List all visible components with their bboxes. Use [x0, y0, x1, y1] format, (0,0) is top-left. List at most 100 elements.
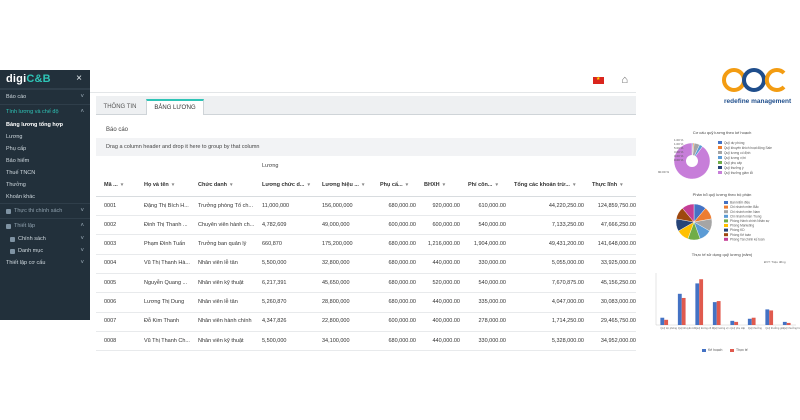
- table-row[interactable]: 0003 Phạm Đình Tuấn Trưởng ban quản lý 660,…: [96, 235, 636, 255]
- table-cell: Nhân viên kỹ thuật: [198, 337, 244, 344]
- table-cell: 34,952,000.00: [600, 337, 636, 344]
- tab-info[interactable]: THÔNG TIN: [96, 99, 144, 114]
- table-cell: 28,800,000: [322, 299, 350, 305]
- column-header[interactable]: Chức danh ▾: [198, 174, 260, 196]
- table-cell: 920,000.00: [432, 202, 460, 209]
- sidebar-item-categories[interactable]: Danh mục ˅: [0, 245, 90, 257]
- filter-icon[interactable]: ▾: [362, 182, 365, 188]
- table-cell: 520,000.00: [432, 279, 460, 286]
- sidebar-item-salary[interactable]: Lương: [0, 131, 90, 143]
- table-cell: 30,083,000.00: [600, 299, 636, 305]
- filter-icon[interactable]: ▾: [443, 182, 446, 188]
- table-row[interactable]: 0005 Nguyễn Quang ... Nhân viên kỹ thuật 6,…: [96, 273, 636, 294]
- table-row[interactable]: 0008 Vũ Thị Thanh Ch... Nhân viên kỹ thuật…: [96, 331, 636, 352]
- vietnam-flag-icon[interactable]: [593, 76, 604, 84]
- sidebar-item-label: Thuế TNCN: [6, 170, 36, 176]
- filter-icon[interactable]: ▾: [172, 182, 175, 188]
- table-cell: 440,000.00: [432, 337, 460, 344]
- sidebar-item-label: Thưởng: [6, 182, 26, 188]
- sidebar-item-payroll-group[interactable]: Tính lương và chế độ ˄: [0, 104, 90, 119]
- table-cell: 5,500,000: [262, 337, 287, 344]
- table-cell: 45,156,250.00: [600, 279, 636, 286]
- column-header[interactable]: BHXH ▾: [424, 174, 464, 196]
- table-cell: Lương Thị Dung: [144, 299, 185, 305]
- table-cell: 680,000.00: [388, 299, 416, 305]
- x-tick-label: Quỹ thưởng hoạ…: [783, 326, 800, 330]
- home-icon[interactable]: ⌂: [621, 74, 628, 86]
- legend-entry: Quỹ thưởng ý: [724, 166, 744, 170]
- sidebar-item-structure-settings[interactable]: Thiết lập cơ cấu ˅: [0, 257, 90, 269]
- legend-plan: Kế hoạch: [702, 348, 722, 352]
- sidebar-item-label: Thiết lập cơ cấu: [6, 260, 46, 266]
- table-cell: Vũ Thị Thanh Hà...: [144, 260, 190, 267]
- table-cell: 49,431,200.00: [548, 241, 584, 248]
- legend-entry: Phòng Hành chính Nhân sự: [730, 219, 770, 223]
- table-cell: 5,328,000.00: [551, 337, 584, 344]
- sidebar-item-tax[interactable]: Thuế TNCN: [0, 167, 90, 179]
- column-header[interactable]: Phụ cấ... ▾: [380, 174, 420, 196]
- charts-panel: Cơ cấu quỹ lương theo kế hoạch 1.00 % 1.0…: [644, 125, 800, 365]
- column-header-label: Tổng các khoản trừ...: [514, 182, 570, 188]
- column-header[interactable]: Mã ... ▾: [104, 174, 140, 196]
- table-cell: 6,217,391: [262, 279, 287, 286]
- filter-icon[interactable]: ▾: [406, 182, 409, 188]
- table-cell: 7,133,250.00: [551, 221, 584, 228]
- legend-swatch: [724, 237, 728, 241]
- table-cell: 610,000.00: [478, 202, 506, 209]
- table-row[interactable]: 0007 Đỗ Kim Thanh Nhân viên hành chính 4,34…: [96, 312, 636, 332]
- table-cell: 49,000,000: [322, 221, 350, 228]
- sidebar-item-label: Danh mục: [18, 248, 44, 254]
- sidebar-item-other[interactable]: Khoản khác: [0, 191, 90, 203]
- sidebar-item-policies[interactable]: Chính sách ˅: [0, 233, 90, 245]
- column-header[interactable]: Tổng các khoản trừ... ▾: [514, 174, 588, 196]
- sidebar-item-allowance[interactable]: Phụ cấp: [0, 143, 90, 155]
- legend-swatch: [724, 205, 728, 209]
- table-row[interactable]: 0002 Đinh Thị Thanh ... Chuyên viên hành c…: [96, 215, 636, 236]
- column-header[interactable]: Họ và tên ▾: [144, 174, 196, 196]
- table-row[interactable]: 0001 Đặng Thị Bích H... Trưởng phòng Tổ ch…: [96, 196, 636, 216]
- filter-icon[interactable]: ▾: [573, 182, 576, 188]
- filter-icon[interactable]: ▾: [495, 182, 498, 188]
- table-cell: 680,000.00: [388, 279, 416, 286]
- close-icon[interactable]: ×: [76, 73, 82, 84]
- table-cell: 44,220,250.00: [548, 202, 584, 209]
- column-header[interactable]: Phí côn... ▾: [468, 174, 510, 196]
- group-drop-area[interactable]: Drag a column header and drop it here to…: [96, 138, 636, 156]
- chevron-down-icon: ˅: [80, 260, 84, 266]
- sidebar-item-bonus[interactable]: Thưởng: [0, 179, 90, 191]
- tab-payroll[interactable]: BẢNG LƯƠNG: [146, 99, 204, 115]
- sidebar-item-settings[interactable]: Thiết lập ˄: [0, 218, 90, 233]
- table-cell: 33,925,000.00: [600, 260, 636, 267]
- pie-chart-department: Ban kiểm điềuChi nhánh miền BắcChi nhánh…: [675, 201, 770, 241]
- table-cell: Nhân viên lễ tân: [198, 299, 238, 305]
- column-header[interactable]: Lương hiệu ... ▾: [322, 174, 378, 196]
- table-cell: 680,000.00: [388, 337, 416, 344]
- chevron-down-icon: ˅: [80, 236, 84, 242]
- filter-icon[interactable]: ▾: [307, 182, 310, 188]
- table-cell: 5,055,000.00: [551, 260, 584, 267]
- tab-bar: THÔNG TIN BẢNG LƯƠNG: [96, 96, 636, 115]
- bar-actual: [699, 279, 704, 325]
- legend-swatch: [718, 166, 722, 169]
- sidebar-item-summary-payroll[interactable]: Bảng lương tổng hợp: [0, 119, 90, 131]
- table-cell: 4,047,000.00: [551, 299, 584, 305]
- brand-text: digiC&B: [6, 73, 51, 85]
- table-row[interactable]: 0004 Vũ Thị Thanh Hà... Nhân viên lễ tân 5,…: [96, 254, 636, 274]
- table-cell: 47,666,250.00: [600, 221, 636, 228]
- filter-icon[interactable]: ▾: [230, 182, 233, 188]
- bar-plan: [765, 309, 770, 325]
- sidebar-item-policy-execution[interactable]: Thực thi chính sách ˅: [0, 203, 90, 218]
- filter-icon[interactable]: ▾: [121, 182, 124, 188]
- table-row[interactable]: 0006 Lương Thị Dung Nhân viên lễ tân 5,260,…: [96, 293, 636, 313]
- sidebar-item-insurance[interactable]: Bảo hiểm: [0, 155, 90, 167]
- column-header[interactable]: Lương chức d... ▾: [262, 174, 318, 196]
- column-header-label: Mã ...: [104, 182, 118, 188]
- sidebar-item-reports[interactable]: Báo cáo ˅: [0, 89, 90, 104]
- table-cell: Nhân viên hành chính: [198, 318, 252, 325]
- sidebar-item-label: Bảng lương tổng hợp: [6, 122, 64, 128]
- column-header[interactable]: Thực lĩnh ▾: [592, 174, 636, 196]
- bar-plan: [747, 318, 752, 325]
- filter-icon[interactable]: ▾: [620, 182, 623, 188]
- chevron-down-icon: ˅: [80, 248, 84, 254]
- table-cell: 29,465,750.00: [600, 318, 636, 325]
